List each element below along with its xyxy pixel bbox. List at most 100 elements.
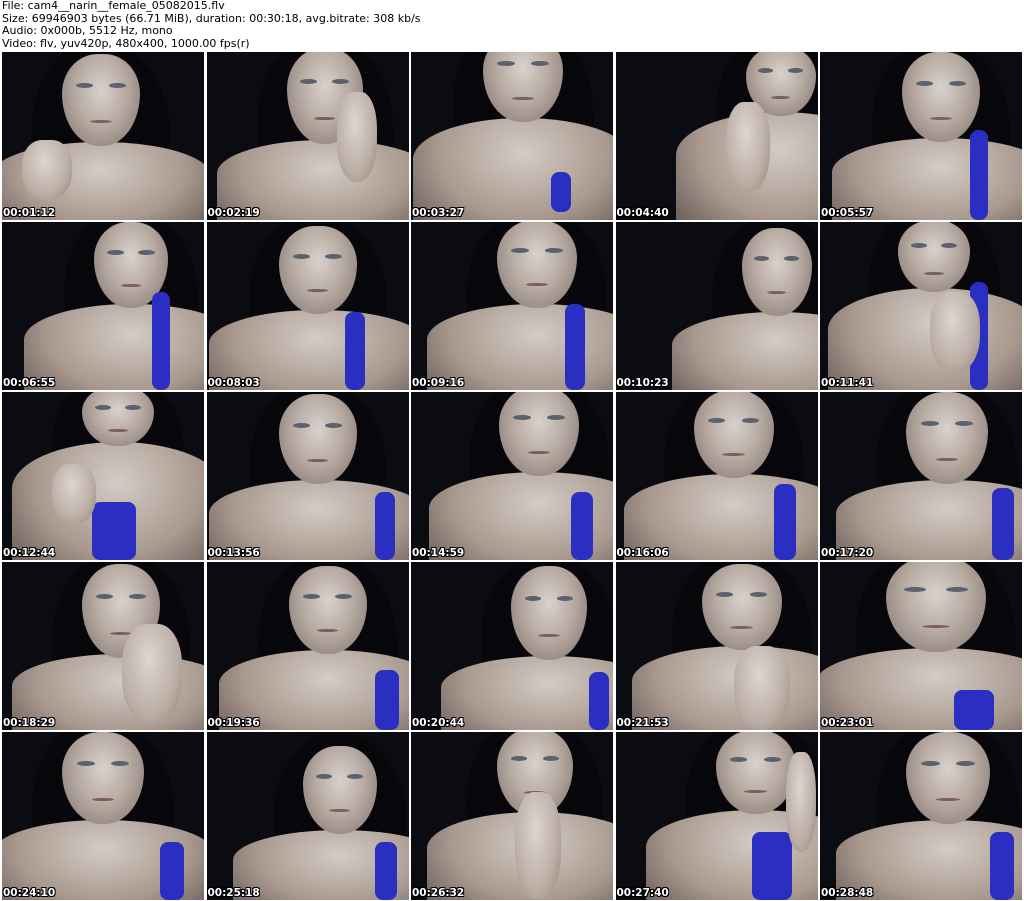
timestamp-label: 00:03:27 xyxy=(412,207,465,219)
video-thumbnail[interactable]: 00:12:44 xyxy=(2,392,204,560)
video-thumbnail[interactable]: 00:18:29 xyxy=(2,562,204,730)
left-eye-shape xyxy=(107,249,124,255)
file-name-line: File: cam4__narin__female_05082015.flv xyxy=(2,0,225,12)
video-thumbnail[interactable]: 00:03:27 xyxy=(411,52,613,220)
timestamp-label: 00:05:57 xyxy=(821,207,874,219)
top-strap-shape xyxy=(152,292,170,390)
timestamp-label: 00:04:40 xyxy=(616,207,669,219)
face-shape xyxy=(278,226,357,314)
mouth-shape xyxy=(120,283,142,287)
video-thumbnail[interactable]: 00:17:20 xyxy=(820,392,1022,560)
video-frame-icon xyxy=(2,732,204,900)
timestamp-label: 00:26:32 xyxy=(412,887,465,899)
right-eye-shape xyxy=(741,418,760,424)
face-shape xyxy=(701,564,782,650)
video-thumbnail[interactable]: 00:05:57 xyxy=(820,52,1022,220)
face-shape xyxy=(288,566,367,654)
video-frame-icon xyxy=(206,222,409,390)
video-thumbnail[interactable]: 00:04:40 xyxy=(615,52,818,220)
mouth-shape xyxy=(766,291,787,295)
video-thumbnail[interactable]: 00:09:16 xyxy=(411,222,613,390)
timestamp-label: 00:09:16 xyxy=(412,377,465,389)
timestamp-label: 00:16:06 xyxy=(616,547,669,559)
hand-shape xyxy=(515,792,561,900)
top-strap-shape xyxy=(374,842,397,900)
hand-shape xyxy=(52,464,96,524)
timestamp-label: 00:20:44 xyxy=(412,717,465,729)
right-eye-shape xyxy=(128,594,146,600)
video-frame-icon xyxy=(206,52,409,220)
video-frame-icon xyxy=(206,562,409,730)
video-frame-icon xyxy=(2,392,204,560)
mouth-shape xyxy=(936,798,960,802)
video-thumbnail[interactable]: 00:23:01 xyxy=(820,562,1022,730)
right-eye-shape xyxy=(111,761,130,767)
left-eye-shape xyxy=(921,761,940,767)
video-thumbnail[interactable]: 00:02:19 xyxy=(206,52,409,220)
mouth-shape xyxy=(525,283,549,287)
left-eye-shape xyxy=(292,422,310,428)
video-thumbnail[interactable]: 00:28:48 xyxy=(820,732,1022,900)
mouth-shape xyxy=(923,271,945,275)
video-thumbnail[interactable]: 00:20:44 xyxy=(411,562,613,730)
top-strap-shape xyxy=(565,304,585,390)
video-frame-icon xyxy=(411,392,613,560)
timestamp-label: 00:11:41 xyxy=(821,377,874,389)
timestamp-label: 00:18:29 xyxy=(3,717,56,729)
mouth-shape xyxy=(306,458,329,462)
shoulders-shape xyxy=(671,312,818,390)
video-thumbnail[interactable]: 00:06:55 xyxy=(2,222,204,390)
video-frame-icon xyxy=(820,52,1022,220)
video-thumbnail[interactable]: 00:10:23 xyxy=(615,222,818,390)
left-eye-shape xyxy=(497,60,515,66)
top-strap-shape xyxy=(551,172,571,212)
mouth-shape xyxy=(306,289,329,293)
timestamp-label: 00:01:12 xyxy=(3,207,56,219)
video-thumbnail[interactable]: 00:19:36 xyxy=(206,562,409,730)
right-eye-shape xyxy=(749,591,768,597)
file-info-header: File: cam4__narin__female_05082015.flv S… xyxy=(2,0,1022,50)
video-thumbnail[interactable]: 00:27:40 xyxy=(615,732,818,900)
top-strap-shape xyxy=(751,832,792,900)
left-eye-shape xyxy=(910,243,927,249)
mouth-shape xyxy=(922,625,950,629)
left-eye-shape xyxy=(754,256,770,262)
video-thumbnail[interactable]: 00:13:56 xyxy=(206,392,409,560)
mouth-shape xyxy=(316,629,339,633)
video-thumbnail[interactable]: 00:11:41 xyxy=(820,222,1022,390)
mouth-shape xyxy=(511,96,535,100)
right-eye-shape xyxy=(346,774,364,780)
hand-shape xyxy=(725,102,770,192)
video-thumbnail[interactable]: 00:25:18 xyxy=(206,732,409,900)
left-eye-shape xyxy=(513,414,531,420)
timestamp-label: 00:10:23 xyxy=(616,377,669,389)
top-strap-shape xyxy=(992,488,1014,560)
timestamp-label: 00:06:55 xyxy=(3,377,56,389)
video-thumbnail[interactable]: 00:26:32 xyxy=(411,732,613,900)
video-thumbnail[interactable]: 00:08:03 xyxy=(206,222,409,390)
video-thumbnail[interactable]: 00:14:59 xyxy=(411,392,613,560)
left-eye-shape xyxy=(94,405,111,411)
left-eye-shape xyxy=(524,596,542,602)
left-eye-shape xyxy=(96,594,114,600)
face-shape xyxy=(302,746,377,834)
video-frame-icon xyxy=(615,392,818,560)
right-eye-shape xyxy=(138,249,155,255)
timestamp-label: 00:02:19 xyxy=(207,207,260,219)
video-thumbnail[interactable]: 00:16:06 xyxy=(615,392,818,560)
video-thumbnail[interactable]: 00:01:12 xyxy=(2,52,204,220)
video-frame-icon xyxy=(411,52,613,220)
video-thumbnail[interactable]: 00:21:53 xyxy=(615,562,818,730)
right-eye-shape xyxy=(125,405,142,411)
timestamp-label: 00:27:40 xyxy=(616,887,669,899)
right-eye-shape xyxy=(547,414,565,420)
right-eye-shape xyxy=(108,83,126,89)
video-thumbnail[interactable]: 00:24:10 xyxy=(2,732,204,900)
video-frame-icon xyxy=(206,732,409,900)
left-eye-shape xyxy=(707,418,726,424)
left-eye-shape xyxy=(715,591,734,597)
left-eye-shape xyxy=(510,756,528,762)
hand-shape xyxy=(122,624,182,724)
video-frame-icon xyxy=(615,732,818,900)
video-frame-icon xyxy=(615,52,818,220)
